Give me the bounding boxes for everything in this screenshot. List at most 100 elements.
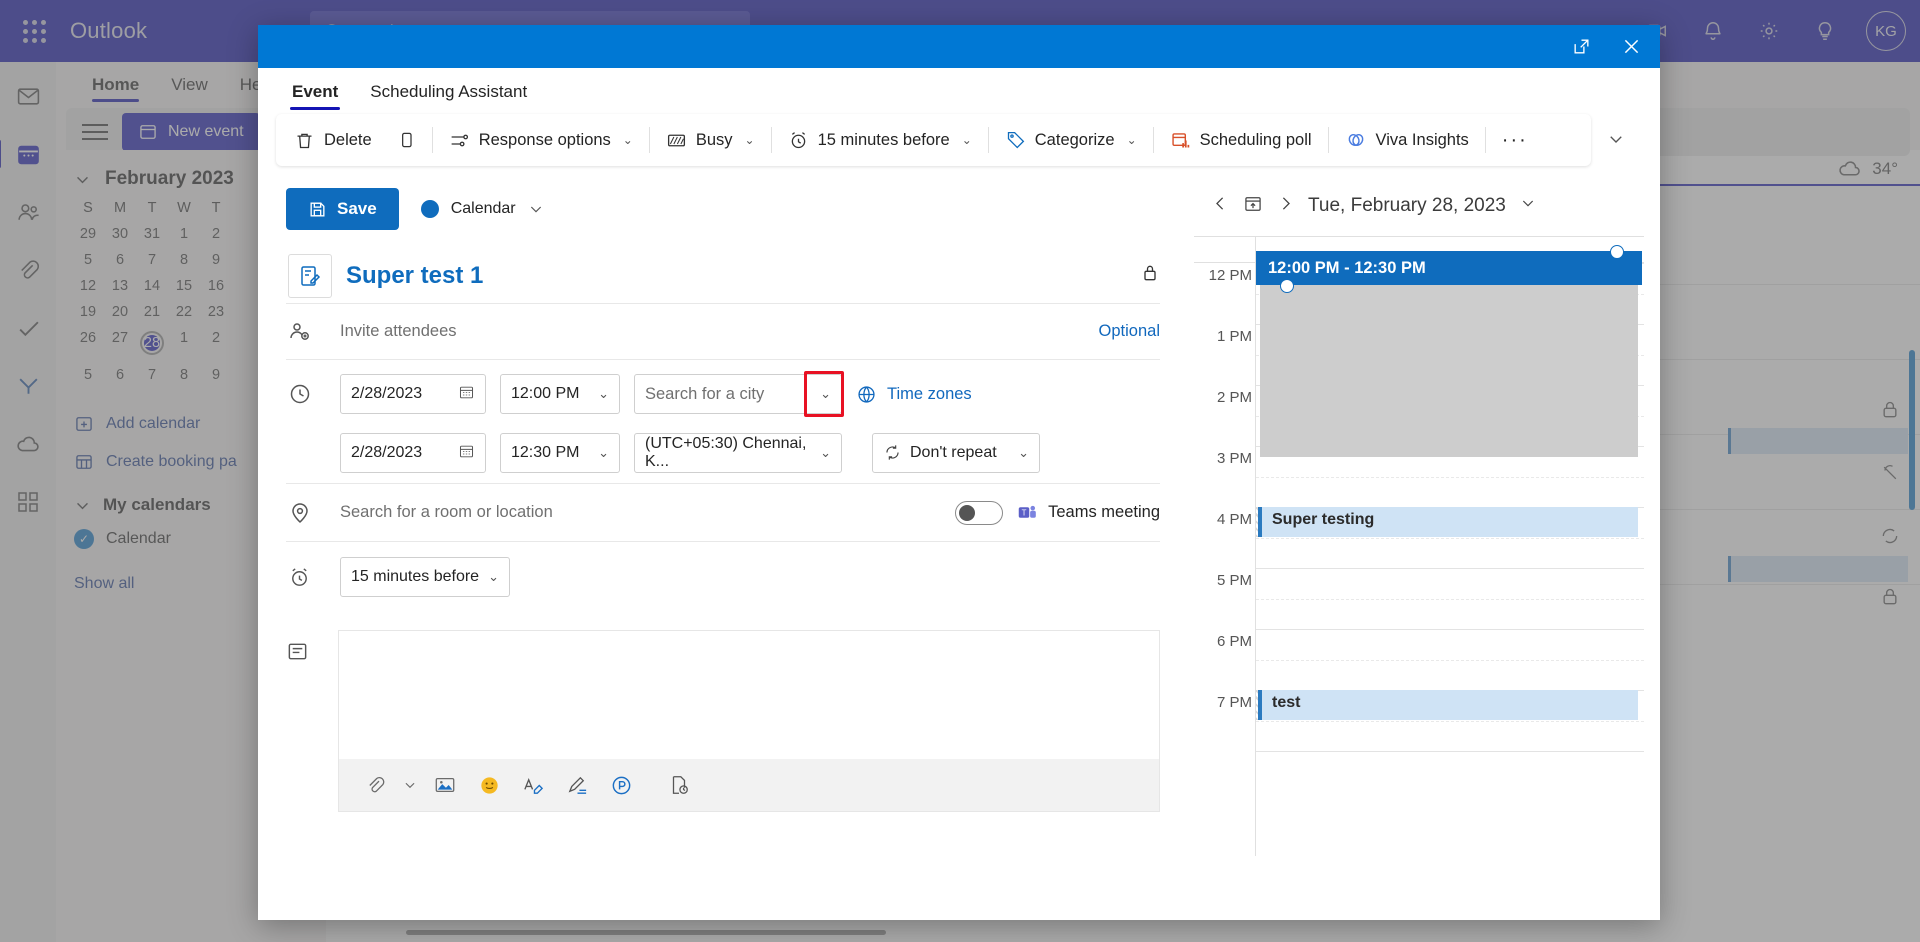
day-cell[interactable]: 1 [168,226,200,242]
time-zones-link[interactable]: Time zones [856,384,972,405]
day-cell[interactable]: 22 [168,304,200,320]
today-icon[interactable] [1243,194,1263,219]
sidebar-item-people[interactable] [10,194,46,230]
collapse-ribbon-icon[interactable] [1607,130,1625,153]
more-options-button[interactable]: ··· [1490,120,1540,160]
day-cell[interactable]: 6 [104,252,136,268]
location-input[interactable]: Search for a room or location [340,503,553,522]
resize-handle-top[interactable] [1610,245,1624,259]
horizontal-scrollbar[interactable] [326,926,1920,938]
day-cell[interactable]: 16 [200,278,232,294]
day-cell[interactable]: 7 [136,252,168,268]
tab-view[interactable]: View [157,71,222,104]
start-time-dropdown[interactable]: 12:00 PM ⌄ [500,374,620,414]
sidebar-item-mail[interactable] [10,78,46,114]
day-cell[interactable]: 14 [136,278,168,294]
day-cell[interactable]: 2 [200,226,232,242]
popout-icon[interactable] [1562,30,1600,64]
day-cell[interactable]: 5 [72,252,104,268]
repeat-dropdown[interactable]: Don't repeat ⌄ [872,432,1040,473]
avatar[interactable]: KG [1866,11,1906,51]
emoji-icon[interactable] [471,768,507,802]
day-cell[interactable]: 31 [136,226,168,242]
end-time-dropdown[interactable]: 12:30 PM ⌄ [500,432,620,473]
new-event-chip[interactable]: 12:00 PM - 12:30 PM [1256,251,1642,285]
sidebar-item-onedrive[interactable] [10,426,46,462]
chevron-down-icon[interactable]: ⌄ [820,386,831,402]
day-cell[interactable]: 23 [200,304,232,320]
tips-icon[interactable] [1810,16,1840,46]
description-editor[interactable] [339,631,1159,759]
day-cell[interactable]: 8 [168,367,200,383]
delete-button[interactable]: Delete [282,120,384,160]
optional-attendees-link[interactable]: Optional [1099,322,1160,341]
preview-event[interactable]: test [1258,690,1638,720]
tab-scheduling-assistant[interactable]: Scheduling Assistant [356,78,541,110]
new-event-button[interactable]: New event [122,113,260,151]
chevron-down-icon[interactable] [74,171,91,188]
viva-insights-button[interactable]: Viva Insights [1333,120,1481,160]
vertical-scrollbar[interactable] [1907,150,1917,922]
signature-icon[interactable] [515,768,551,802]
private-lock-icon[interactable] [1140,263,1160,288]
insert-file-icon[interactable] [661,768,697,802]
day-cell-today[interactable]: 28 [136,330,168,357]
day-cell[interactable]: 26 [72,330,104,357]
close-icon[interactable] [1612,30,1650,64]
day-cell[interactable]: 8 [168,252,200,268]
event-title-input[interactable]: Super test 1 [346,262,483,290]
dictate-icon[interactable] [603,768,639,802]
day-cell[interactable]: 2 [200,330,232,357]
day-cell[interactable]: 1 [168,330,200,357]
sidebar-item-calendar[interactable] [0,136,46,172]
settings-icon[interactable] [1754,16,1784,46]
sidebar-item-yammer[interactable] [10,368,46,404]
ribbon-menu-icon[interactable] [78,117,112,147]
attendees-input[interactable]: Invite attendees [340,322,457,341]
response-options-button[interactable]: Response options ⌄ [437,120,645,160]
reminder-dropdown[interactable]: 15 minutes before ⌄ [340,557,510,597]
day-cell[interactable]: 19 [72,304,104,320]
image-icon[interactable] [427,768,463,802]
day-cell[interactable]: 9 [200,367,232,383]
end-timezone-dropdown[interactable]: (UTC+05:30) Chennai, K... ⌄ [634,432,842,473]
notifications-icon[interactable] [1698,16,1728,46]
resize-handle-bottom[interactable] [1280,279,1294,293]
busy-status-button[interactable]: Busy ⌄ [654,120,767,160]
day-cell[interactable]: 13 [104,278,136,294]
reminder-button[interactable]: 15 minutes before ⌄ [776,120,984,160]
copy-button[interactable] [384,120,428,160]
day-cell[interactable]: 12 [72,278,104,294]
chevron-right-icon[interactable] [1277,195,1294,217]
calendar-picker[interactable]: Calendar [420,200,544,218]
scheduling-poll-button[interactable]: Scheduling poll [1158,120,1324,160]
sidebar-item-apps[interactable] [10,484,46,520]
start-timezone-input[interactable]: Search for a city ⌄ [634,371,844,417]
day-cell[interactable]: 27 [104,330,136,357]
day-cell[interactable]: 5 [72,367,104,383]
sidebar-item-todo[interactable] [10,310,46,346]
attach-icon[interactable] [357,768,393,802]
tab-home[interactable]: Home [78,71,153,104]
app-launcher-icon[interactable] [10,19,58,43]
teams-meeting-toggle[interactable] [955,500,1004,525]
categorize-button[interactable]: Categorize ⌄ [993,120,1149,160]
attach-chevron-down-icon[interactable] [401,768,419,802]
day-cell[interactable]: 7 [136,367,168,383]
draw-icon[interactable] [559,768,595,802]
end-date-input[interactable]: 2/28/2023 [340,432,486,473]
preview-event[interactable]: Super testing [1258,507,1638,537]
chevron-down-icon[interactable] [1520,195,1536,217]
start-date-input[interactable]: 2/28/2023 [340,374,486,414]
tab-event[interactable]: Event [278,78,352,110]
day-cell[interactable]: 15 [168,278,200,294]
day-cell[interactable]: 9 [200,252,232,268]
save-button[interactable]: Save [286,188,399,230]
sidebar-item-files[interactable] [10,252,46,288]
day-cell[interactable]: 20 [104,304,136,320]
new-event-body[interactable] [1260,285,1638,457]
day-cell[interactable]: 21 [136,304,168,320]
chevron-left-icon[interactable] [1212,195,1229,217]
day-cell[interactable]: 6 [104,367,136,383]
day-cell[interactable]: 29 [72,226,104,242]
